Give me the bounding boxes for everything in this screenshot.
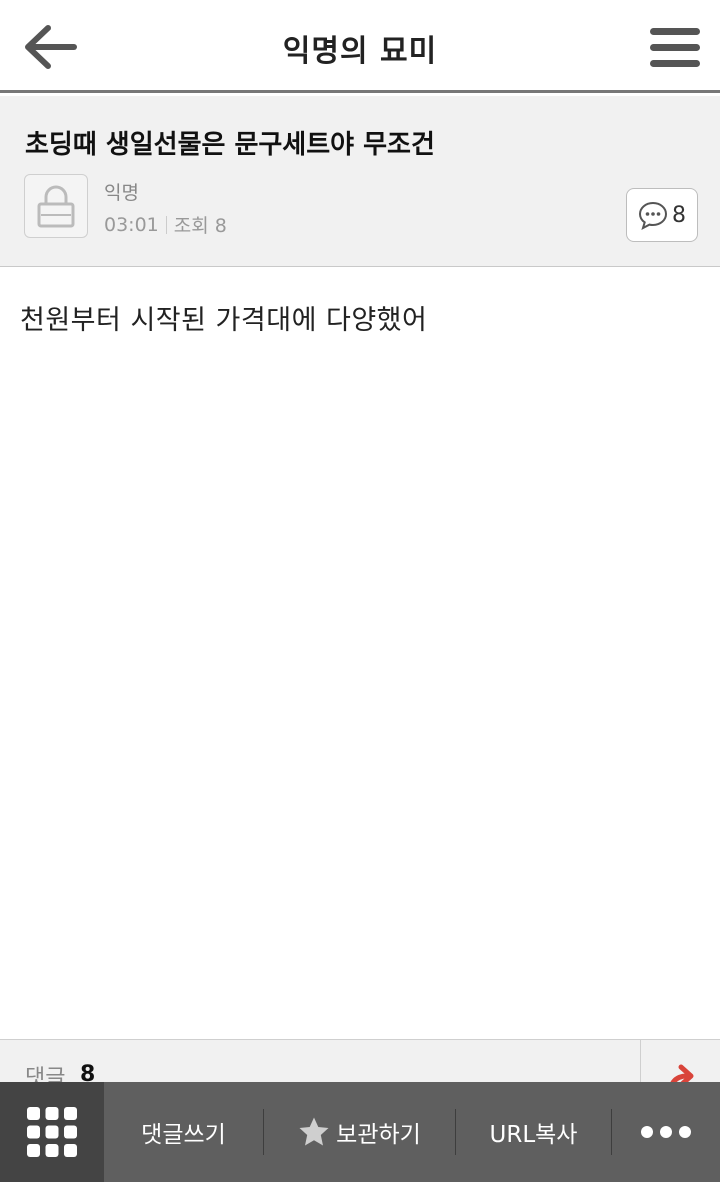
copy-url-button[interactable]: URL복사 — [456, 1082, 611, 1182]
save-label: 보관하기 — [336, 1122, 421, 1148]
grid-menu-button[interactable] — [0, 1082, 104, 1182]
page-title: 익명의 묘미 — [282, 34, 438, 69]
hamburger-menu-icon — [650, 28, 700, 67]
post-views: 조회 8 — [173, 215, 227, 237]
more-dots-icon — [641, 1126, 691, 1138]
bottom-toolbar: 댓글쓰기 보관하기 URL복사 — [0, 1082, 720, 1182]
top-bar: 익명의 묘미 — [0, 0, 720, 93]
post-meta: 03:01 조회 8 — [104, 211, 227, 238]
avatar — [24, 174, 88, 238]
lock-icon — [37, 185, 75, 228]
speech-bubble-icon — [638, 201, 668, 230]
comment-count-button[interactable]: 8 — [626, 188, 698, 242]
write-comment-label: 댓글쓰기 — [141, 1122, 226, 1148]
arrow-left-icon — [25, 25, 77, 69]
save-button[interactable]: 보관하기 — [264, 1082, 455, 1182]
post-title: 초딩때 생일선물은 문구세트야 무조건 — [25, 130, 435, 160]
menu-button[interactable] — [644, 18, 706, 76]
post-time: 03:01 — [104, 213, 159, 236]
app-screen: 익명의 묘미 초딩때 생일선물은 문구세트야 무조건 익명 03:01 조회 8 — [0, 0, 720, 1182]
post-body: 천원부터 시작된 가격대에 다양했어 — [20, 305, 428, 336]
back-button[interactable] — [14, 18, 82, 76]
post-header: 초딩때 생일선물은 문구세트야 무조건 익명 03:01 조회 8 8 — [0, 96, 720, 267]
star-icon — [299, 1117, 329, 1146]
grid-menu-icon — [27, 1107, 77, 1157]
copy-url-label: URL복사 — [489, 1122, 578, 1148]
more-button[interactable] — [612, 1082, 720, 1182]
post-author: 익명 — [104, 182, 139, 204]
comment-count: 8 — [672, 202, 686, 228]
meta-divider — [165, 215, 167, 234]
write-comment-button[interactable]: 댓글쓰기 — [104, 1082, 263, 1182]
